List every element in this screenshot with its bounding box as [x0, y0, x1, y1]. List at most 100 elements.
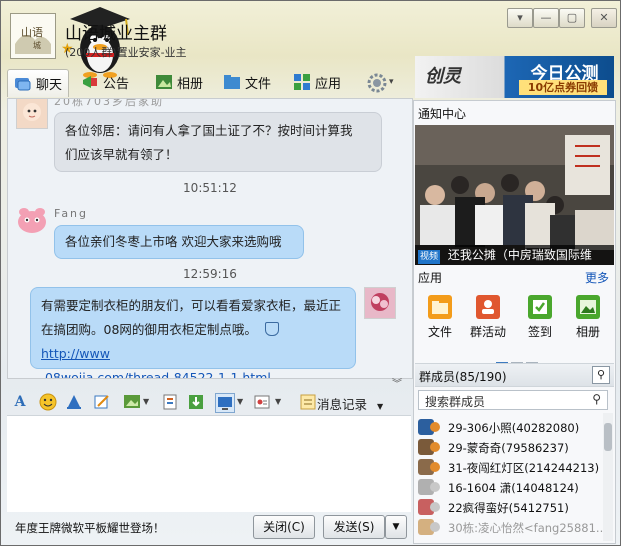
video-tag: 视频 — [418, 250, 441, 264]
admin-badge-icon — [430, 462, 440, 472]
message-text: 们应该早就有领了！ — [65, 147, 178, 162]
tab-album[interactable]: 相册 — [155, 69, 203, 95]
svg-text:城: 城 — [33, 41, 41, 50]
message-text: 在搞团购。08网的御用衣柜定制点哦。 — [41, 322, 257, 337]
folder-icon — [223, 73, 241, 91]
announcement-icon — [81, 73, 99, 91]
video-title: 还我公摊（中房瑞致国际维 — [447, 248, 592, 262]
emoji-icon[interactable] — [39, 393, 57, 411]
message-record-button[interactable]: 消息记录 ▼ — [317, 394, 383, 413]
app-label: 相册 — [575, 325, 600, 339]
tab-chat[interactable]: 聊天 — [7, 69, 70, 97]
format-toolbar: A ▼ ▼ ▼ 消息记录 ▼ — [7, 391, 411, 415]
message-link[interactable]: .08wojia.com/thread-84522-1-1.html — [41, 370, 271, 378]
message-sender: 20栋703乡后家助 — [54, 98, 164, 108]
screenshot-icon[interactable] — [161, 393, 179, 411]
member-item[interactable]: 30栋:凌心怡然<fang25881... — [418, 517, 604, 537]
message-text: 有需要定制衣柜的朋友们，可以看看爱家衣柜，最近正 — [41, 298, 342, 313]
screen-share-icon[interactable] — [215, 393, 235, 413]
tab-apps-label: 应用 — [315, 76, 342, 92]
chevron-down-icon[interactable]: ︾ — [392, 375, 402, 390]
avatar[interactable] — [364, 287, 396, 319]
message-input[interactable] — [7, 415, 411, 512]
promo-text[interactable]: 年度王牌微软平板耀世登场！ — [15, 520, 165, 536]
album-icon — [155, 73, 173, 91]
member-item[interactable]: 29-蒙奇奇(79586237) — [418, 437, 604, 457]
member-item[interactable]: 29-306小照(40282080) — [418, 417, 604, 437]
admin-badge-icon — [430, 502, 440, 512]
tab-files[interactable]: 文件 — [223, 69, 271, 95]
send-options-button[interactable]: ▼ — [385, 515, 407, 539]
search-icon[interactable]: ⚲ — [592, 366, 610, 384]
crowd-image — [415, 125, 614, 265]
minimize-button[interactable]: — — [533, 8, 559, 28]
message-text: 各位邻居：请问有人拿了国土证了不？按时间计算我 — [65, 123, 353, 138]
video-thumbnail[interactable]: 视频 还我公摊（中房瑞致国际维 — [415, 125, 614, 265]
edit-icon[interactable] — [93, 393, 111, 411]
scissors-icon[interactable] — [187, 393, 205, 411]
search-icon: ⚲ — [592, 392, 601, 406]
admin-badge-icon — [430, 522, 440, 532]
sidebar: 通知中心 视频 还我公摊（中房瑞致国际维 应用 更多 文件 群活动 签到 相册 … — [413, 100, 616, 544]
message-time: 10:51:12 — [183, 181, 237, 195]
admin-badge-icon — [430, 422, 440, 432]
chevron-down-icon[interactable]: ▼ — [237, 397, 243, 406]
message-bubble[interactable]: 有需要定制衣柜的朋友们，可以看看爱家衣柜，最近正 在搞团购。08网的御用衣柜定制… — [30, 287, 356, 378]
toolbar: 聊天 公告 相册 文件 应用 ▾ — [1, 69, 413, 97]
member-scrollbar[interactable] — [603, 413, 613, 541]
message-record-icon — [299, 393, 317, 411]
group-avatar[interactable]: 山语 城 — [10, 13, 56, 59]
message-time: 12:59:16 — [183, 267, 237, 281]
app-checkin[interactable]: 签到 — [520, 295, 560, 340]
album-icon — [576, 295, 600, 319]
chevron-down-icon[interactable]: ▼ — [275, 397, 281, 406]
ad-banner[interactable]: 创灵 今日公测 10亿点券回馈 — [415, 56, 614, 98]
message-sender: Fang — [54, 207, 89, 220]
scrollbar-thumb[interactable] — [604, 423, 612, 451]
menu-button[interactable]: ▾ — [507, 8, 533, 28]
tab-chat-label: 聊天 — [36, 78, 63, 93]
member-item[interactable]: 31-夜闯红灯区(214244213) — [418, 457, 604, 477]
member-item[interactable]: 16-1604 潇(14048124) — [418, 477, 604, 497]
member-item[interactable]: 22疯得蛮好(5412751) — [418, 497, 604, 517]
avatar[interactable] — [16, 99, 48, 129]
message-bubble[interactable]: 各位亲们冬枣上市咯 欢迎大家来选购哦 — [54, 225, 304, 259]
app-album[interactable]: 相册 — [568, 295, 608, 340]
gear-icon — [367, 73, 387, 93]
apps-title: 应用 — [418, 271, 443, 285]
member-count: 群成员(85/190) — [419, 370, 507, 384]
tab-announcement-label: 公告 — [103, 76, 130, 92]
app-label: 群活动 — [469, 325, 506, 339]
apps-more-link[interactable]: 更多 — [585, 269, 609, 286]
phrase-icon[interactable] — [253, 393, 271, 411]
member-name: 29-蒙奇奇(79586237) — [448, 441, 569, 455]
tab-announcement[interactable]: 公告 — [81, 69, 129, 95]
avatar[interactable] — [16, 205, 46, 235]
chat-history[interactable]: 20栋703乡后家助 各位邻居：请问有人拿了国土证了不？按时间计算我 们应该早就… — [7, 98, 413, 379]
close-chat-button[interactable]: 关闭(C) — [253, 515, 315, 539]
admin-badge-icon — [430, 482, 440, 492]
settings-button[interactable]: ▾ — [367, 69, 394, 95]
close-button[interactable]: ✕ — [591, 8, 617, 28]
app-label: 文件 — [427, 325, 452, 339]
message-link[interactable]: http://www — [41, 346, 110, 361]
apps-icon — [293, 73, 311, 91]
svg-text:山语: 山语 — [21, 26, 43, 39]
send-button[interactable]: 发送(S) — [323, 515, 385, 539]
maximize-button[interactable]: ▢ — [559, 8, 585, 28]
bell-icon[interactable] — [65, 393, 83, 411]
folder-icon — [428, 295, 452, 319]
message-record-label: 消息记录 — [317, 397, 368, 412]
font-icon[interactable]: A — [11, 393, 29, 411]
app-files[interactable]: 文件 — [420, 295, 460, 340]
member-search-input[interactable]: 搜索群成员 ⚲ — [418, 390, 608, 410]
message-bubble[interactable]: 各位邻居：请问有人拿了国土证了不？按时间计算我 们应该早就有领了！ — [54, 112, 382, 172]
message-text: 各位亲们冬枣上市咯 欢迎大家来选购哦 — [65, 234, 282, 249]
image-icon[interactable] — [123, 393, 141, 411]
video-caption[interactable]: 视频 还我公摊（中房瑞致国际维 — [415, 245, 614, 265]
app-group-activity[interactable]: 群活动 — [468, 295, 508, 340]
tab-apps[interactable]: 应用 — [293, 69, 341, 95]
ad-subtitle: 10亿点券回馈 — [519, 80, 607, 95]
group-name[interactable]: 山语城业主群 — [65, 19, 167, 44]
chevron-down-icon[interactable]: ▼ — [143, 397, 149, 406]
